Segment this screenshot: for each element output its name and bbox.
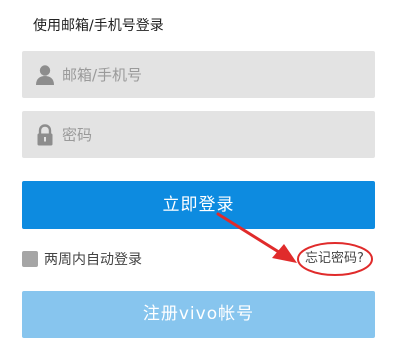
lock-icon <box>35 124 55 146</box>
remember-me-option[interactable]: 两周内自动登录 <box>22 249 142 269</box>
remember-checkbox[interactable] <box>22 251 38 267</box>
remember-label: 两周内自动登录 <box>44 252 142 268</box>
register-button[interactable]: 注册vivo帐号 <box>22 291 375 338</box>
login-title: 使用邮箱/手机号登录 <box>33 18 164 34</box>
forgot-password-link[interactable]: 忘记密码? <box>305 250 364 268</box>
password-input[interactable] <box>62 111 362 158</box>
username-field[interactable] <box>22 51 375 98</box>
username-input[interactable] <box>62 51 362 98</box>
password-field[interactable] <box>22 111 375 158</box>
login-button[interactable]: 立即登录 <box>22 181 375 229</box>
user-icon <box>35 64 55 86</box>
